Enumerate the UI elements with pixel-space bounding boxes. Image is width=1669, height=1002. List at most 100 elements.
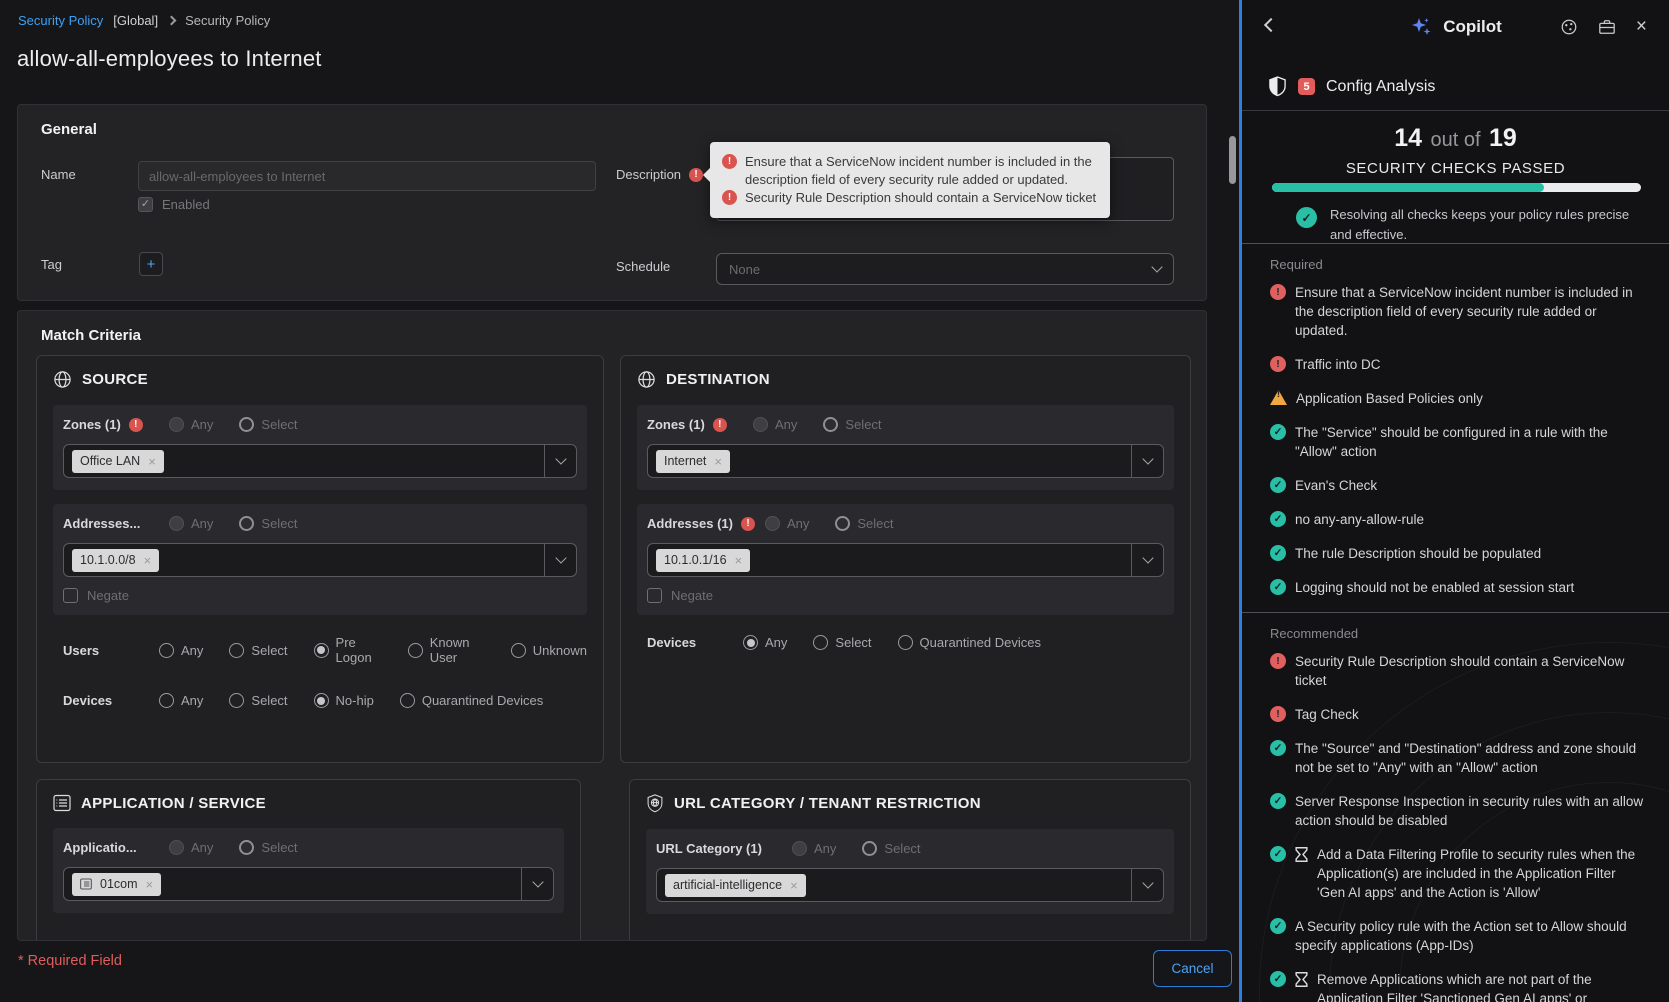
remove-chip-icon[interactable]: × (714, 454, 722, 469)
url-category-select[interactable]: artificial-intelligence× (656, 868, 1164, 902)
radio-option[interactable]: No-hip (314, 693, 374, 708)
radio-icon (314, 693, 329, 708)
radio-option[interactable]: Select (823, 417, 881, 432)
schedule-dropdown[interactable]: None (716, 253, 1174, 285)
error-icon[interactable]: ! (741, 517, 755, 531)
error-icon[interactable]: ! (713, 418, 727, 432)
remove-chip-icon[interactable]: × (735, 553, 743, 568)
radio-option[interactable]: Quarantined Devices (400, 693, 543, 708)
radio-option[interactable]: Any (765, 516, 809, 531)
radio-option[interactable]: Select (229, 635, 287, 665)
address-chip[interactable]: 10.1.0.0/8× (72, 549, 159, 572)
list-icon (53, 794, 71, 812)
palette-icon[interactable] (1560, 18, 1578, 36)
destination-addresses-panel: Addresses (1)! AnySelect 10.1.0.1/16× Ne… (637, 504, 1174, 615)
destination-addresses-select[interactable]: 10.1.0.1/16× (647, 543, 1164, 577)
radio-option[interactable]: Select (862, 841, 920, 856)
enabled-checkbox[interactable] (138, 197, 153, 212)
radio-icon (835, 516, 850, 531)
radio-option[interactable]: Any (743, 635, 787, 650)
radio-icon (511, 643, 526, 658)
negate-checkbox[interactable] (647, 588, 662, 603)
check-text: The "Service" should be configured in a … (1295, 423, 1647, 461)
application-chip[interactable]: 01com× (72, 873, 161, 896)
chevron-down-icon[interactable] (544, 445, 576, 477)
radio-option[interactable]: Any (159, 635, 203, 665)
status-icon (1270, 579, 1286, 595)
source-addresses-select[interactable]: 10.1.0.0/8× (63, 543, 577, 577)
score-passed: 14 (1394, 124, 1422, 152)
tooltip-item: ! Security Rule Description should conta… (722, 189, 1098, 207)
chevron-down-icon[interactable] (1131, 544, 1163, 576)
radio-option[interactable]: Select (239, 516, 297, 531)
add-tag-button[interactable]: + (139, 252, 163, 276)
radio-icon (229, 643, 244, 658)
radio-option[interactable]: Any (169, 516, 213, 531)
description-label: Description (616, 167, 681, 182)
radio-icon (765, 516, 780, 531)
radio-icon (239, 840, 254, 855)
radio-label: Select (251, 693, 287, 708)
list-icon (80, 878, 92, 890)
remove-chip-icon[interactable]: × (144, 553, 152, 568)
copilot-sparkle-icon (1409, 15, 1433, 39)
remove-chip-icon[interactable]: × (146, 877, 154, 892)
error-icon[interactable]: ! (689, 168, 703, 182)
chip-label: Internet (664, 454, 706, 468)
breadcrumb-link-security-policy[interactable]: Security Policy (18, 13, 103, 28)
zone-chip[interactable]: Internet × (656, 450, 730, 473)
source-zones-radio-group: Any Select (169, 417, 298, 432)
error-icon[interactable]: ! (129, 418, 143, 432)
recommended-heading: Recommended (1270, 626, 1669, 641)
name-input[interactable] (138, 161, 596, 191)
radio-option[interactable]: Any (159, 693, 203, 708)
chevron-down-icon[interactable] (544, 544, 576, 576)
address-chip[interactable]: 10.1.0.1/16× (656, 549, 750, 572)
radio-option[interactable]: Select (229, 693, 287, 708)
chevron-down-icon[interactable] (1131, 445, 1163, 477)
source-zones-select[interactable]: Office LAN× (63, 444, 577, 478)
radio-label: Select (845, 417, 881, 432)
url-category-title: URL CATEGORY / TENANT RESTRICTION (674, 795, 981, 812)
breadcrumb-scope: [Global] (113, 13, 158, 28)
radio-option[interactable]: Pre Logon (314, 635, 382, 665)
radio-option[interactable]: Select (835, 516, 893, 531)
close-icon[interactable]: × (1636, 17, 1647, 36)
radio-option[interactable]: Any (169, 417, 213, 432)
url-category-label: URL Category (1) (656, 841, 762, 856)
status-icon (1270, 545, 1286, 561)
name-label: Name (41, 167, 76, 182)
radio-option[interactable]: Any (753, 417, 797, 432)
radio-option[interactable]: Quarantined Devices (898, 635, 1041, 650)
panel-resize-handle[interactable] (1239, 0, 1242, 1002)
zone-chip[interactable]: Office LAN× (72, 450, 164, 473)
cancel-button[interactable]: Cancel (1153, 950, 1232, 987)
source-devices-radio-group: Any Select No-hip Quarantined Devices (159, 693, 543, 708)
destination-devices-radio-group: Any Select Quarantined Devices (743, 635, 1041, 650)
radio-label: Any (191, 840, 213, 855)
radio-option[interactable]: Select (239, 417, 297, 432)
remove-chip-icon[interactable]: × (790, 878, 798, 893)
scrollbar-thumb[interactable] (1229, 136, 1236, 184)
destination-zones-panel: Zones (1)! AnySelect Internet× (637, 405, 1174, 490)
divider (1242, 243, 1669, 244)
radio-option[interactable]: Select (813, 635, 871, 650)
radio-option[interactable]: Any (792, 841, 836, 856)
remove-chip-icon[interactable]: × (148, 454, 156, 469)
destination-addresses-radio-group: Any Select (765, 516, 894, 531)
chevron-down-icon[interactable] (1131, 869, 1163, 901)
radio-option[interactable]: Select (239, 840, 297, 855)
destination-zones-select[interactable]: Internet × (647, 444, 1164, 478)
chevron-down-icon[interactable] (521, 868, 553, 900)
radio-option[interactable]: Any (169, 840, 213, 855)
radio-option[interactable]: Unknown (511, 635, 587, 665)
negate-checkbox[interactable] (63, 588, 78, 603)
radio-label: Known User (430, 635, 485, 665)
status-icon (1270, 424, 1286, 440)
check-text: no any-any-allow-rule (1295, 510, 1424, 529)
radio-option[interactable]: Known User (408, 635, 485, 665)
radio-icon (753, 417, 768, 432)
url-category-chip[interactable]: artificial-intelligence× (665, 874, 806, 897)
briefcase-icon[interactable] (1598, 18, 1616, 36)
applications-select[interactable]: 01com× (63, 867, 554, 901)
